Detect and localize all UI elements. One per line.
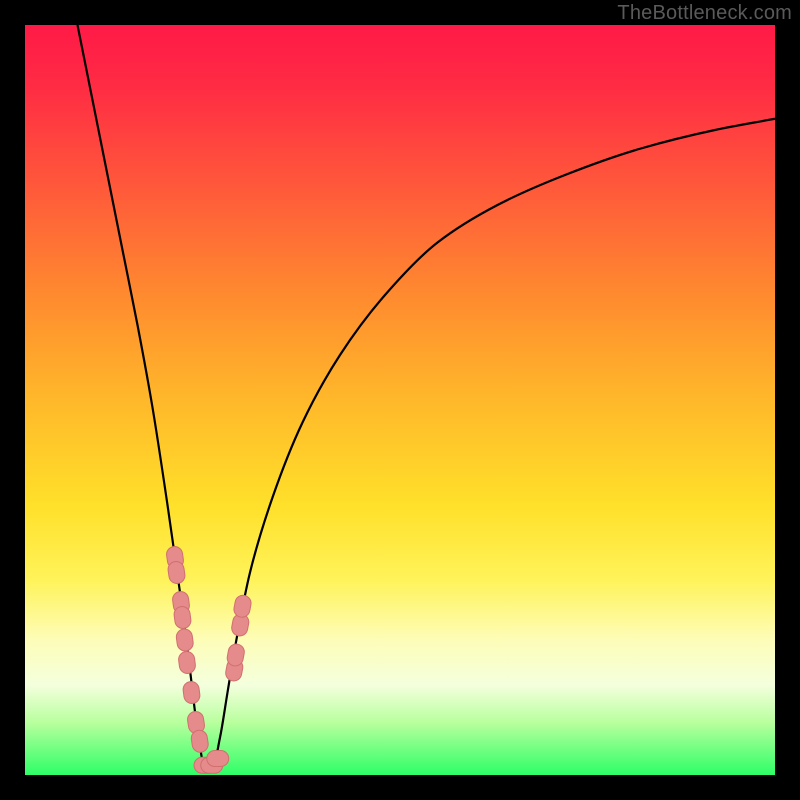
data-marker: [178, 651, 197, 675]
chart-frame: TheBottleneck.com: [0, 0, 800, 800]
watermark-text: TheBottleneck.com: [617, 2, 792, 25]
data-marker: [207, 751, 229, 767]
data-marker: [175, 628, 194, 652]
data-marker: [190, 729, 209, 753]
chart-svg: [25, 25, 775, 775]
data-marker: [182, 681, 201, 705]
data-markers: [166, 545, 253, 773]
data-marker: [233, 594, 253, 619]
plot-area: [25, 25, 775, 775]
